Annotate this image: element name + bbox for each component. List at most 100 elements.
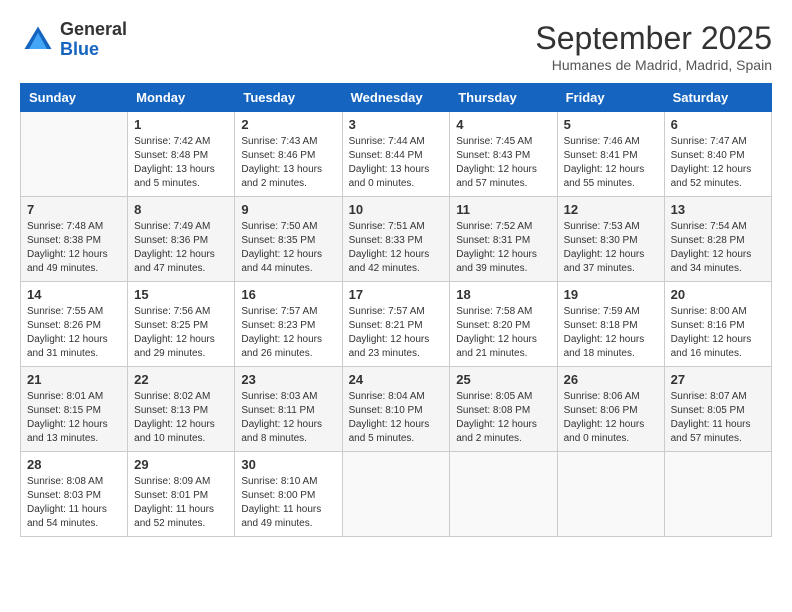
weekday-header-friday: Friday <box>557 84 664 112</box>
weekday-header-tuesday: Tuesday <box>235 84 342 112</box>
day-number: 9 <box>241 202 335 217</box>
table-row: 3 Sunrise: 7:44 AM Sunset: 8:44 PM Daylig… <box>342 112 450 197</box>
table-row: 24Sunrise: 8:04 AM Sunset: 8:10 PM Dayli… <box>342 367 450 452</box>
day-info: Sunrise: 8:06 AM Sunset: 8:06 PM Dayligh… <box>564 390 658 446</box>
weekday-header-row: SundayMondayTuesdayWednesdayThursdayFrid… <box>21 84 772 112</box>
day-number: 21 <box>27 372 121 387</box>
table-row: 22 Sunrise: 8:02 AM Sunset: 8:13 PM Dayli… <box>128 367 235 452</box>
day-info: Sunrise: 8:09 AM Sunset: 8:01 PM Dayligh… <box>134 475 228 531</box>
day-number: 11 <box>456 202 550 217</box>
logo-text: General Blue <box>60 20 127 60</box>
day-number: 25 <box>456 372 550 387</box>
day-info: Sunrise: 7:54 AM Sunset: 8:28 PM Dayligh… <box>671 220 765 276</box>
weekday-header-monday: Monday <box>128 84 235 112</box>
table-row <box>342 452 450 537</box>
day-info: Sunrise: 7:43 AM Sunset: 8:46 PM Dayligh… <box>241 135 335 191</box>
day-number: 20 <box>671 287 765 302</box>
week-row-1: 1 Sunrise: 7:42 AM Sunset: 8:48 PM Daylig… <box>21 112 772 197</box>
table-row: 30Sunrise: 8:10 AM Sunset: 8:00 PM Dayli… <box>235 452 342 537</box>
day-info: Sunrise: 8:05 AM Sunset: 8:08 PM Dayligh… <box>456 390 550 446</box>
table-row: 19 Sunrise: 7:59 AM Sunset: 8:18 PM Dayli… <box>557 282 664 367</box>
table-row: 7 Sunrise: 7:48 AM Sunset: 8:38 PM Daylig… <box>21 197 128 282</box>
day-number: 27 <box>671 372 765 387</box>
day-number: 17 <box>349 287 444 302</box>
table-row: 25 Sunrise: 8:05 AM Sunset: 8:08 PM Dayli… <box>450 367 557 452</box>
day-number: 4 <box>456 117 550 132</box>
week-row-2: 7 Sunrise: 7:48 AM Sunset: 8:38 PM Daylig… <box>21 197 772 282</box>
table-row <box>21 112 128 197</box>
table-row: 2 Sunrise: 7:43 AM Sunset: 8:46 PM Daylig… <box>235 112 342 197</box>
day-number: 19 <box>564 287 658 302</box>
header: General Blue September 2025 Humanes de M… <box>20 20 772 73</box>
day-number: 13 <box>671 202 765 217</box>
day-info: Sunrise: 8:07 AM Sunset: 8:05 PM Dayligh… <box>671 390 765 446</box>
day-info: Sunrise: 7:45 AM Sunset: 8:43 PM Dayligh… <box>456 135 550 191</box>
day-info: Sunrise: 7:44 AM Sunset: 8:44 PM Dayligh… <box>349 135 444 191</box>
day-number: 15 <box>134 287 228 302</box>
day-info: Sunrise: 7:48 AM Sunset: 8:38 PM Dayligh… <box>27 220 121 276</box>
day-info: Sunrise: 7:52 AM Sunset: 8:31 PM Dayligh… <box>456 220 550 276</box>
day-number: 1 <box>134 117 228 132</box>
calendar: SundayMondayTuesdayWednesdayThursdayFrid… <box>20 83 772 537</box>
day-info: Sunrise: 7:57 AM Sunset: 8:21 PM Dayligh… <box>349 305 444 361</box>
calendar-body: 1 Sunrise: 7:42 AM Sunset: 8:48 PM Daylig… <box>21 112 772 537</box>
day-number: 16 <box>241 287 335 302</box>
day-number: 14 <box>27 287 121 302</box>
day-info: Sunrise: 7:55 AM Sunset: 8:26 PM Dayligh… <box>27 305 121 361</box>
day-info: Sunrise: 8:08 AM Sunset: 8:03 PM Dayligh… <box>27 475 121 531</box>
table-row: 12 Sunrise: 7:53 AM Sunset: 8:30 PM Dayli… <box>557 197 664 282</box>
table-row: 29Sunrise: 8:09 AM Sunset: 8:01 PM Dayli… <box>128 452 235 537</box>
table-row: 17 Sunrise: 7:57 AM Sunset: 8:21 PM Dayli… <box>342 282 450 367</box>
table-row <box>664 452 771 537</box>
table-row: 10Sunrise: 7:51 AM Sunset: 8:33 PM Dayli… <box>342 197 450 282</box>
table-row <box>450 452 557 537</box>
week-row-4: 21Sunrise: 8:01 AM Sunset: 8:15 PM Dayli… <box>21 367 772 452</box>
day-info: Sunrise: 8:00 AM Sunset: 8:16 PM Dayligh… <box>671 305 765 361</box>
table-row: 9 Sunrise: 7:50 AM Sunset: 8:35 PM Daylig… <box>235 197 342 282</box>
day-info: Sunrise: 7:53 AM Sunset: 8:30 PM Dayligh… <box>564 220 658 276</box>
day-info: Sunrise: 7:59 AM Sunset: 8:18 PM Dayligh… <box>564 305 658 361</box>
day-number: 12 <box>564 202 658 217</box>
title-area: September 2025 Humanes de Madrid, Madrid… <box>535 20 772 73</box>
day-number: 2 <box>241 117 335 132</box>
table-row: 5 Sunrise: 7:46 AM Sunset: 8:41 PM Daylig… <box>557 112 664 197</box>
day-info: Sunrise: 8:02 AM Sunset: 8:13 PM Dayligh… <box>134 390 228 446</box>
day-number: 10 <box>349 202 444 217</box>
table-row: 18Sunrise: 7:58 AM Sunset: 8:20 PM Dayli… <box>450 282 557 367</box>
day-info: Sunrise: 7:47 AM Sunset: 8:40 PM Dayligh… <box>671 135 765 191</box>
day-info: Sunrise: 7:57 AM Sunset: 8:23 PM Dayligh… <box>241 305 335 361</box>
day-number: 28 <box>27 457 121 472</box>
day-info: Sunrise: 7:50 AM Sunset: 8:35 PM Dayligh… <box>241 220 335 276</box>
weekday-header-wednesday: Wednesday <box>342 84 450 112</box>
day-number: 7 <box>27 202 121 217</box>
table-row <box>557 452 664 537</box>
table-row: 20 Sunrise: 8:00 AM Sunset: 8:16 PM Dayli… <box>664 282 771 367</box>
table-row: 15 Sunrise: 7:56 AM Sunset: 8:25 PM Dayli… <box>128 282 235 367</box>
day-info: Sunrise: 7:56 AM Sunset: 8:25 PM Dayligh… <box>134 305 228 361</box>
table-row: 16 Sunrise: 7:57 AM Sunset: 8:23 PM Dayli… <box>235 282 342 367</box>
day-info: Sunrise: 8:04 AM Sunset: 8:10 PM Dayligh… <box>349 390 444 446</box>
day-number: 8 <box>134 202 228 217</box>
table-row: 27 Sunrise: 8:07 AM Sunset: 8:05 PM Dayli… <box>664 367 771 452</box>
table-row: 23 Sunrise: 8:03 AM Sunset: 8:11 PM Dayli… <box>235 367 342 452</box>
calendar-header: SundayMondayTuesdayWednesdayThursdayFrid… <box>21 84 772 112</box>
table-row: 1 Sunrise: 7:42 AM Sunset: 8:48 PM Daylig… <box>128 112 235 197</box>
day-number: 6 <box>671 117 765 132</box>
month-title: September 2025 <box>535 20 772 57</box>
table-row: 6 Sunrise: 7:47 AM Sunset: 8:40 PM Daylig… <box>664 112 771 197</box>
day-info: Sunrise: 8:03 AM Sunset: 8:11 PM Dayligh… <box>241 390 335 446</box>
weekday-header-sunday: Sunday <box>21 84 128 112</box>
weekday-header-thursday: Thursday <box>450 84 557 112</box>
location: Humanes de Madrid, Madrid, Spain <box>535 57 772 73</box>
table-row: 11 Sunrise: 7:52 AM Sunset: 8:31 PM Dayli… <box>450 197 557 282</box>
day-number: 5 <box>564 117 658 132</box>
logo: General Blue <box>20 20 127 60</box>
day-number: 26 <box>564 372 658 387</box>
day-info: Sunrise: 7:42 AM Sunset: 8:48 PM Dayligh… <box>134 135 228 191</box>
day-info: Sunrise: 7:46 AM Sunset: 8:41 PM Dayligh… <box>564 135 658 191</box>
day-number: 3 <box>349 117 444 132</box>
day-number: 23 <box>241 372 335 387</box>
day-number: 22 <box>134 372 228 387</box>
week-row-3: 14 Sunrise: 7:55 AM Sunset: 8:26 PM Dayli… <box>21 282 772 367</box>
day-number: 18 <box>456 287 550 302</box>
